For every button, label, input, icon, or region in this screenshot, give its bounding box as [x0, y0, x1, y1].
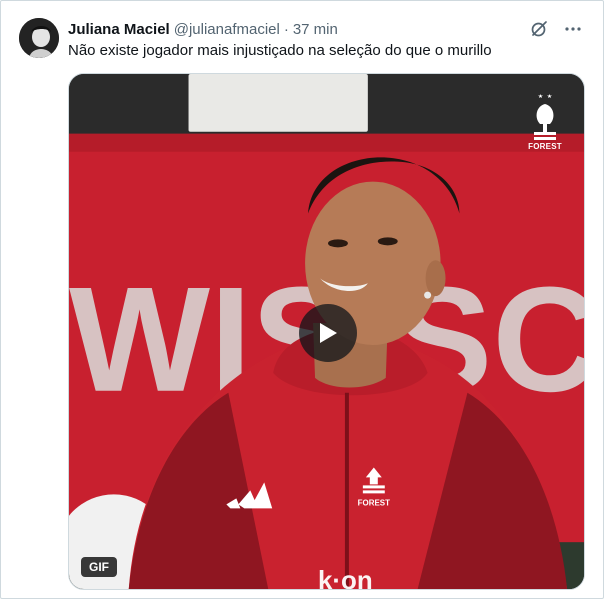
avatar-image [19, 18, 59, 58]
tweet-card[interactable]: Juliana Maciel @julianafmaciel · 37 min … [0, 0, 604, 599]
author-handle[interactable]: @julianafmaciel [174, 21, 280, 38]
tweet-actions [529, 19, 583, 39]
gif-badge: GIF [81, 557, 117, 577]
timestamp[interactable]: 37 min [293, 21, 338, 38]
more-icon[interactable] [563, 19, 583, 39]
author-name[interactable]: Juliana Maciel [68, 21, 170, 38]
media-gif[interactable]: WIS SC FOREST k·on FOREST GIF [68, 73, 585, 590]
play-icon [320, 323, 337, 343]
grok-icon[interactable] [529, 19, 549, 39]
separator-dot: · [283, 20, 289, 38]
jacket-crest-label: FOREST [358, 498, 390, 507]
tweet-header: Juliana Maciel @julianafmaciel · 37 min [68, 19, 543, 39]
play-button[interactable] [299, 304, 357, 362]
avatar[interactable] [19, 18, 59, 58]
tweet-text: Não existe jogador mais injustiçado na s… [68, 42, 492, 59]
svg-text:k·on: k·on [318, 567, 373, 589]
forest-crest-label: FOREST [528, 142, 562, 151]
